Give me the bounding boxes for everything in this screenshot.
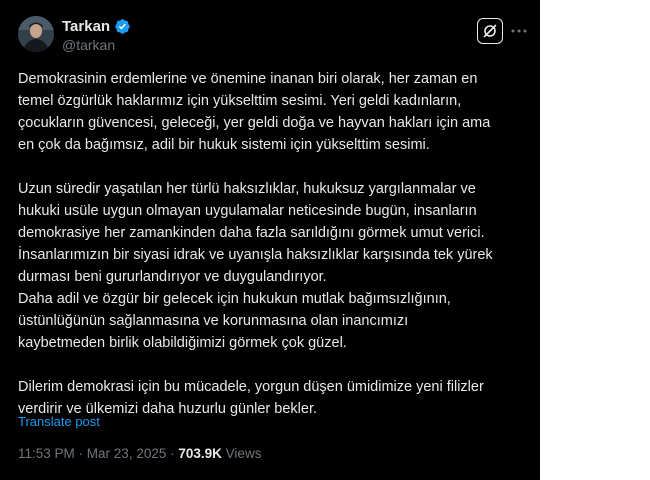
post-meta: 11:53 PM · Mar 23, 2025 · 703.9K Views bbox=[18, 446, 261, 461]
tweet-line: Uzun süredir yaşatılan her türlü haksızl… bbox=[18, 181, 476, 197]
handle[interactable]: @tarkan bbox=[62, 37, 131, 53]
verified-badge-icon[interactable] bbox=[114, 18, 131, 35]
grok-button[interactable] bbox=[477, 18, 503, 44]
meta-separator: · bbox=[166, 446, 179, 461]
post-time[interactable]: 11:53 PM bbox=[18, 446, 75, 461]
tweet-line: İnsanlarımızın bir siyasi idrak ve uyanı… bbox=[18, 247, 493, 263]
name-row: Tarkan bbox=[62, 16, 131, 36]
views-count[interactable]: 703.9K bbox=[178, 446, 222, 461]
more-options-button[interactable] bbox=[510, 22, 528, 40]
avatar[interactable] bbox=[18, 16, 54, 52]
views-label: Views bbox=[225, 446, 262, 461]
post-date[interactable]: Mar 23, 2025 bbox=[87, 446, 167, 461]
more-dots-icon bbox=[511, 29, 527, 33]
avatar-photo-icon bbox=[18, 16, 54, 52]
author-block: Tarkan @tarkan bbox=[62, 16, 131, 53]
tweet-card: Tarkan @tarkan Demokrasinin erdemlerine … bbox=[0, 0, 540, 480]
tweet-line: demokrasiye her zamankinden daha fazla s… bbox=[18, 225, 485, 241]
tweet-paragraph: Uzun süredir yaşatılan her türlü haksızl… bbox=[18, 178, 533, 354]
grok-icon bbox=[483, 24, 497, 38]
tweet-line: kaybetmeden birlik olabildiğimizi görmek… bbox=[18, 335, 347, 351]
meta-separator: · bbox=[74, 446, 87, 461]
tweet-paragraph: Demokrasinin erdemlerine ve önemine inan… bbox=[18, 68, 533, 156]
tweet-line: çocukların güvencesi, geleceği, yer geld… bbox=[18, 115, 491, 131]
tweet-line: en çok da bağımsız, adil bir hukuk siste… bbox=[18, 137, 430, 153]
tweet-line: üstünlüğünün sağlanmasına ve korunmasına… bbox=[18, 313, 409, 329]
tweet-line: temel özgürlük haklarımız için yükseltti… bbox=[18, 93, 462, 109]
translate-post-link[interactable]: Translate post bbox=[18, 414, 100, 429]
tweet-text: Demokrasinin erdemlerine ve önemine inan… bbox=[18, 68, 533, 420]
tweet-line: Demokrasinin erdemlerine ve önemine inan… bbox=[18, 71, 478, 87]
tweet-line: durması beni gururlandırıyor ve duygulan… bbox=[18, 269, 327, 285]
display-name[interactable]: Tarkan bbox=[62, 18, 110, 35]
tweet-line: hukuki usüle uygun olmayan uygulamalar n… bbox=[18, 203, 477, 219]
tweet-line: Daha adil ve özgür bir gelecek için huku… bbox=[18, 291, 451, 307]
tweet-line: Dilerim demokrasi için bu mücadele, yorg… bbox=[18, 379, 484, 395]
